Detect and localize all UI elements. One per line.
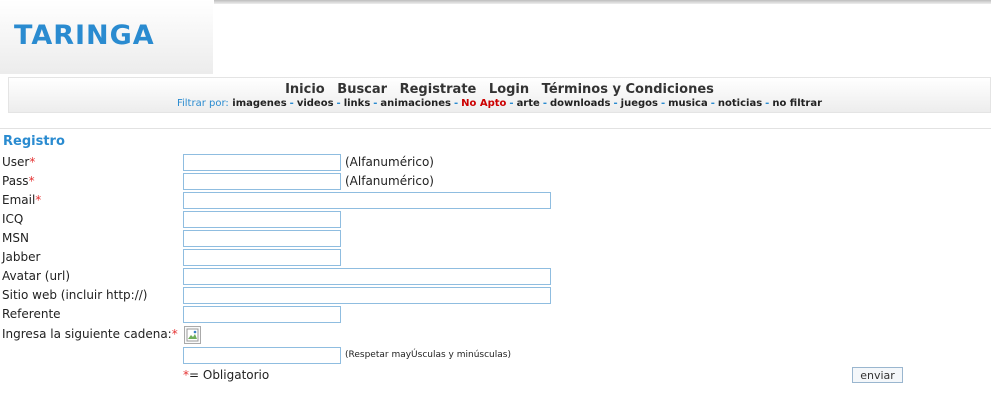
filter-separator: - [373, 98, 378, 109]
website-input[interactable] [183, 287, 551, 304]
filter-separator: - [613, 98, 618, 109]
filter-separator: - [660, 98, 666, 109]
captcha-label: Ingresa la siguiente cadena:* [2, 327, 178, 341]
user-input[interactable] [183, 154, 341, 171]
jabber-label: Jabber [2, 250, 41, 264]
filter-downloads[interactable]: downloads [550, 98, 611, 109]
header-logo-area: TARINGA [0, 0, 213, 74]
filter-separator: - [289, 98, 294, 109]
filter-links[interactable]: links [344, 98, 371, 109]
user-hint: (Alfanumérico) [345, 155, 434, 169]
pass-hint: (Alfanumérico) [345, 174, 434, 188]
filter-arte[interactable]: arte [517, 98, 540, 109]
main-nav: Inicio Buscar Registrate Login Términos … [9, 82, 990, 97]
avatar-label: Avatar (url) [2, 269, 71, 283]
nav-link-registrate[interactable]: Registrate [400, 82, 477, 97]
required-asterisk: * [28, 174, 35, 188]
top-border-line [214, 0, 991, 4]
referrer-label: Referente [2, 307, 61, 321]
filter-separator: - [765, 98, 770, 109]
filter-animaciones[interactable]: animaciones [380, 98, 451, 109]
pass-label: Pass* [2, 174, 35, 188]
user-label: User* [2, 155, 36, 169]
website-label: Sitio web (incluir http://) [2, 288, 148, 302]
filter-bar: Filtrar por: imagenes - videos - links - anima… [9, 98, 990, 109]
filter-no-filtrar[interactable]: no filtrar [772, 98, 822, 109]
filter-separator: - [509, 98, 514, 109]
nav-link-login[interactable]: Login [489, 82, 529, 97]
filter-musica[interactable]: musica [668, 98, 708, 109]
nav-link-inicio[interactable]: Inicio [285, 82, 325, 97]
site-logo[interactable]: TARINGA [14, 20, 155, 51]
section-title-registro: Registro [3, 134, 65, 149]
captcha-hint: (Respetar mayÚsculas y minúsculas) [345, 350, 511, 360]
filter-separator: - [453, 98, 459, 109]
section-divider [0, 128, 991, 129]
filter-separator: - [336, 98, 341, 109]
filter-juegos[interactable]: juegos [621, 98, 658, 109]
icq-input[interactable] [183, 211, 341, 228]
email-label: Email* [2, 193, 42, 207]
msn-input[interactable] [183, 230, 341, 247]
filter-videos[interactable]: videos [297, 98, 334, 109]
pass-input[interactable] [183, 173, 341, 190]
submit-button[interactable]: enviar [852, 367, 903, 383]
avatar-input[interactable] [183, 268, 551, 285]
required-asterisk: * [35, 193, 42, 207]
icq-label: ICQ [2, 212, 24, 226]
nav-link-buscar[interactable]: Buscar [337, 82, 387, 97]
required-note: *= Obligatorio [183, 368, 270, 382]
filter-imagenes[interactable]: imagenes [232, 98, 286, 109]
referrer-input[interactable] [183, 306, 341, 323]
navigation-bar: Inicio Buscar Registrate Login Términos … [8, 77, 991, 113]
required-asterisk: * [171, 327, 178, 341]
nav-link-terminos[interactable]: Términos y Condiciones [542, 82, 714, 97]
filter-label: Filtrar por: [176, 98, 229, 109]
captcha-input[interactable] [183, 347, 341, 364]
captcha-image [184, 326, 201, 344]
filter-separator: - [710, 98, 715, 109]
required-asterisk: * [29, 155, 36, 169]
filter-separator: - [542, 98, 547, 109]
broken-image-icon [186, 328, 199, 342]
email-input[interactable] [183, 192, 551, 209]
msn-label: MSN [2, 231, 29, 245]
jabber-input[interactable] [183, 249, 341, 266]
filter-no-apto[interactable]: No Apto [461, 98, 506, 109]
filter-noticias[interactable]: noticias [718, 98, 762, 109]
